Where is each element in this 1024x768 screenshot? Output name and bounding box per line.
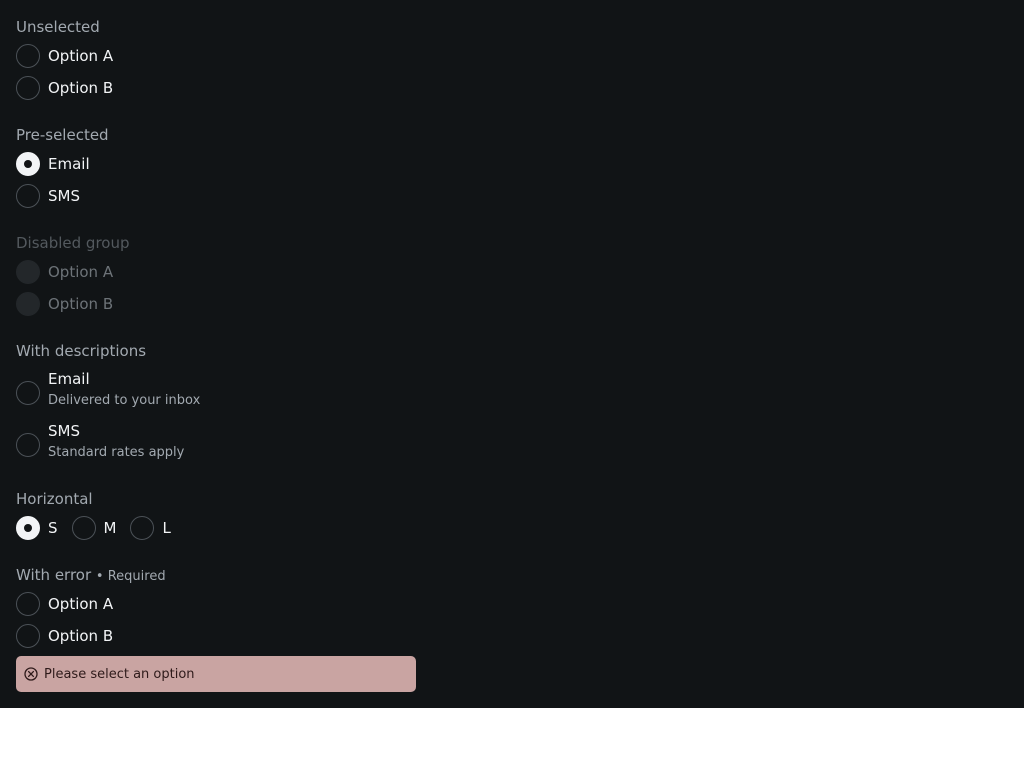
radio-circle[interactable]: [16, 184, 40, 208]
radio-circle-checked[interactable]: [16, 516, 40, 540]
radio-circle[interactable]: [16, 433, 40, 457]
radio-circle[interactable]: [16, 592, 40, 616]
radio-description: Delivered to your inbox: [48, 393, 201, 408]
radio-circle[interactable]: [71, 516, 96, 540]
group-preselected: Pre-selected Email SMS: [16, 126, 109, 208]
radio-option-l[interactable]: L: [130, 516, 171, 540]
radio-label: S: [48, 519, 58, 537]
radio-label: SMS: [48, 187, 80, 205]
group-label-error-text: With error: [16, 566, 92, 584]
radio-option-sms-desc[interactable]: SMS Standard rates apply: [16, 422, 316, 462]
group-label-error: With error • Required: [16, 566, 166, 584]
radio-circle[interactable]: [16, 76, 40, 100]
radio-circle[interactable]: [16, 44, 40, 68]
radio-option-a-disabled: Option A: [16, 260, 113, 284]
radio-circle[interactable]: [130, 516, 155, 540]
group-horizontal: Horizontal S M L: [16, 490, 171, 540]
radio-circle[interactable]: [16, 624, 40, 648]
group-label-disabled: Disabled group: [16, 234, 130, 252]
radio-option-email-desc[interactable]: Email Delivered to your inbox: [16, 370, 316, 410]
radio-label: Option A: [48, 47, 114, 65]
radio-circle-checked[interactable]: [16, 152, 40, 176]
group-label-unselected: Unselected: [16, 18, 100, 36]
group-descriptions: With descriptions Email Delivered to you…: [16, 342, 200, 460]
radio-label: M: [103, 519, 117, 537]
radio-label: Option A: [48, 263, 114, 281]
radio-option-m[interactable]: M: [71, 516, 117, 540]
error-message: Please select an option: [44, 666, 195, 682]
radio-title: SMS: [48, 422, 80, 440]
required-indicator: • Required: [95, 569, 166, 584]
error-message-box: Please select an option: [16, 656, 416, 692]
radio-option-b-error[interactable]: Option B: [16, 624, 113, 648]
group-label-horizontal: Horizontal: [16, 490, 93, 508]
radio-label: L: [162, 519, 171, 537]
group-label-preselected: Pre-selected: [16, 126, 109, 144]
radio-option-sms[interactable]: SMS: [16, 184, 80, 208]
radio-option-b[interactable]: Option B: [16, 76, 113, 100]
radio-circle-disabled: [16, 260, 40, 284]
radio-option-s[interactable]: S: [16, 516, 58, 540]
horizontal-radio-row: S M L: [16, 516, 185, 540]
circle-x-icon: [24, 667, 38, 681]
radio-option-a[interactable]: Option A: [16, 44, 113, 68]
radio-option-a-error[interactable]: Option A: [16, 592, 113, 616]
radio-label: Option B: [48, 627, 114, 645]
radio-circle-disabled: [16, 292, 40, 316]
radio-title: Email: [48, 370, 90, 388]
radio-label: Option B: [48, 295, 114, 313]
radio-demo-panel: Unselected Option A Option B Pre-selecte…: [0, 0, 1024, 708]
radio-label: Option B: [48, 79, 114, 97]
radio-circle[interactable]: [16, 381, 40, 405]
group-label-descriptions: With descriptions: [16, 342, 147, 360]
radio-option-email[interactable]: Email: [16, 152, 90, 176]
radio-option-b-disabled: Option B: [16, 292, 113, 316]
group-disabled: Disabled group Option A Option B: [16, 234, 130, 316]
group-unselected: Unselected Option A Option B: [16, 18, 113, 100]
radio-label: Email: [48, 155, 90, 173]
radio-description: Standard rates apply: [48, 445, 185, 460]
radio-label: Option A: [48, 595, 114, 613]
group-error: With error • Required Option A Option B: [16, 566, 166, 648]
